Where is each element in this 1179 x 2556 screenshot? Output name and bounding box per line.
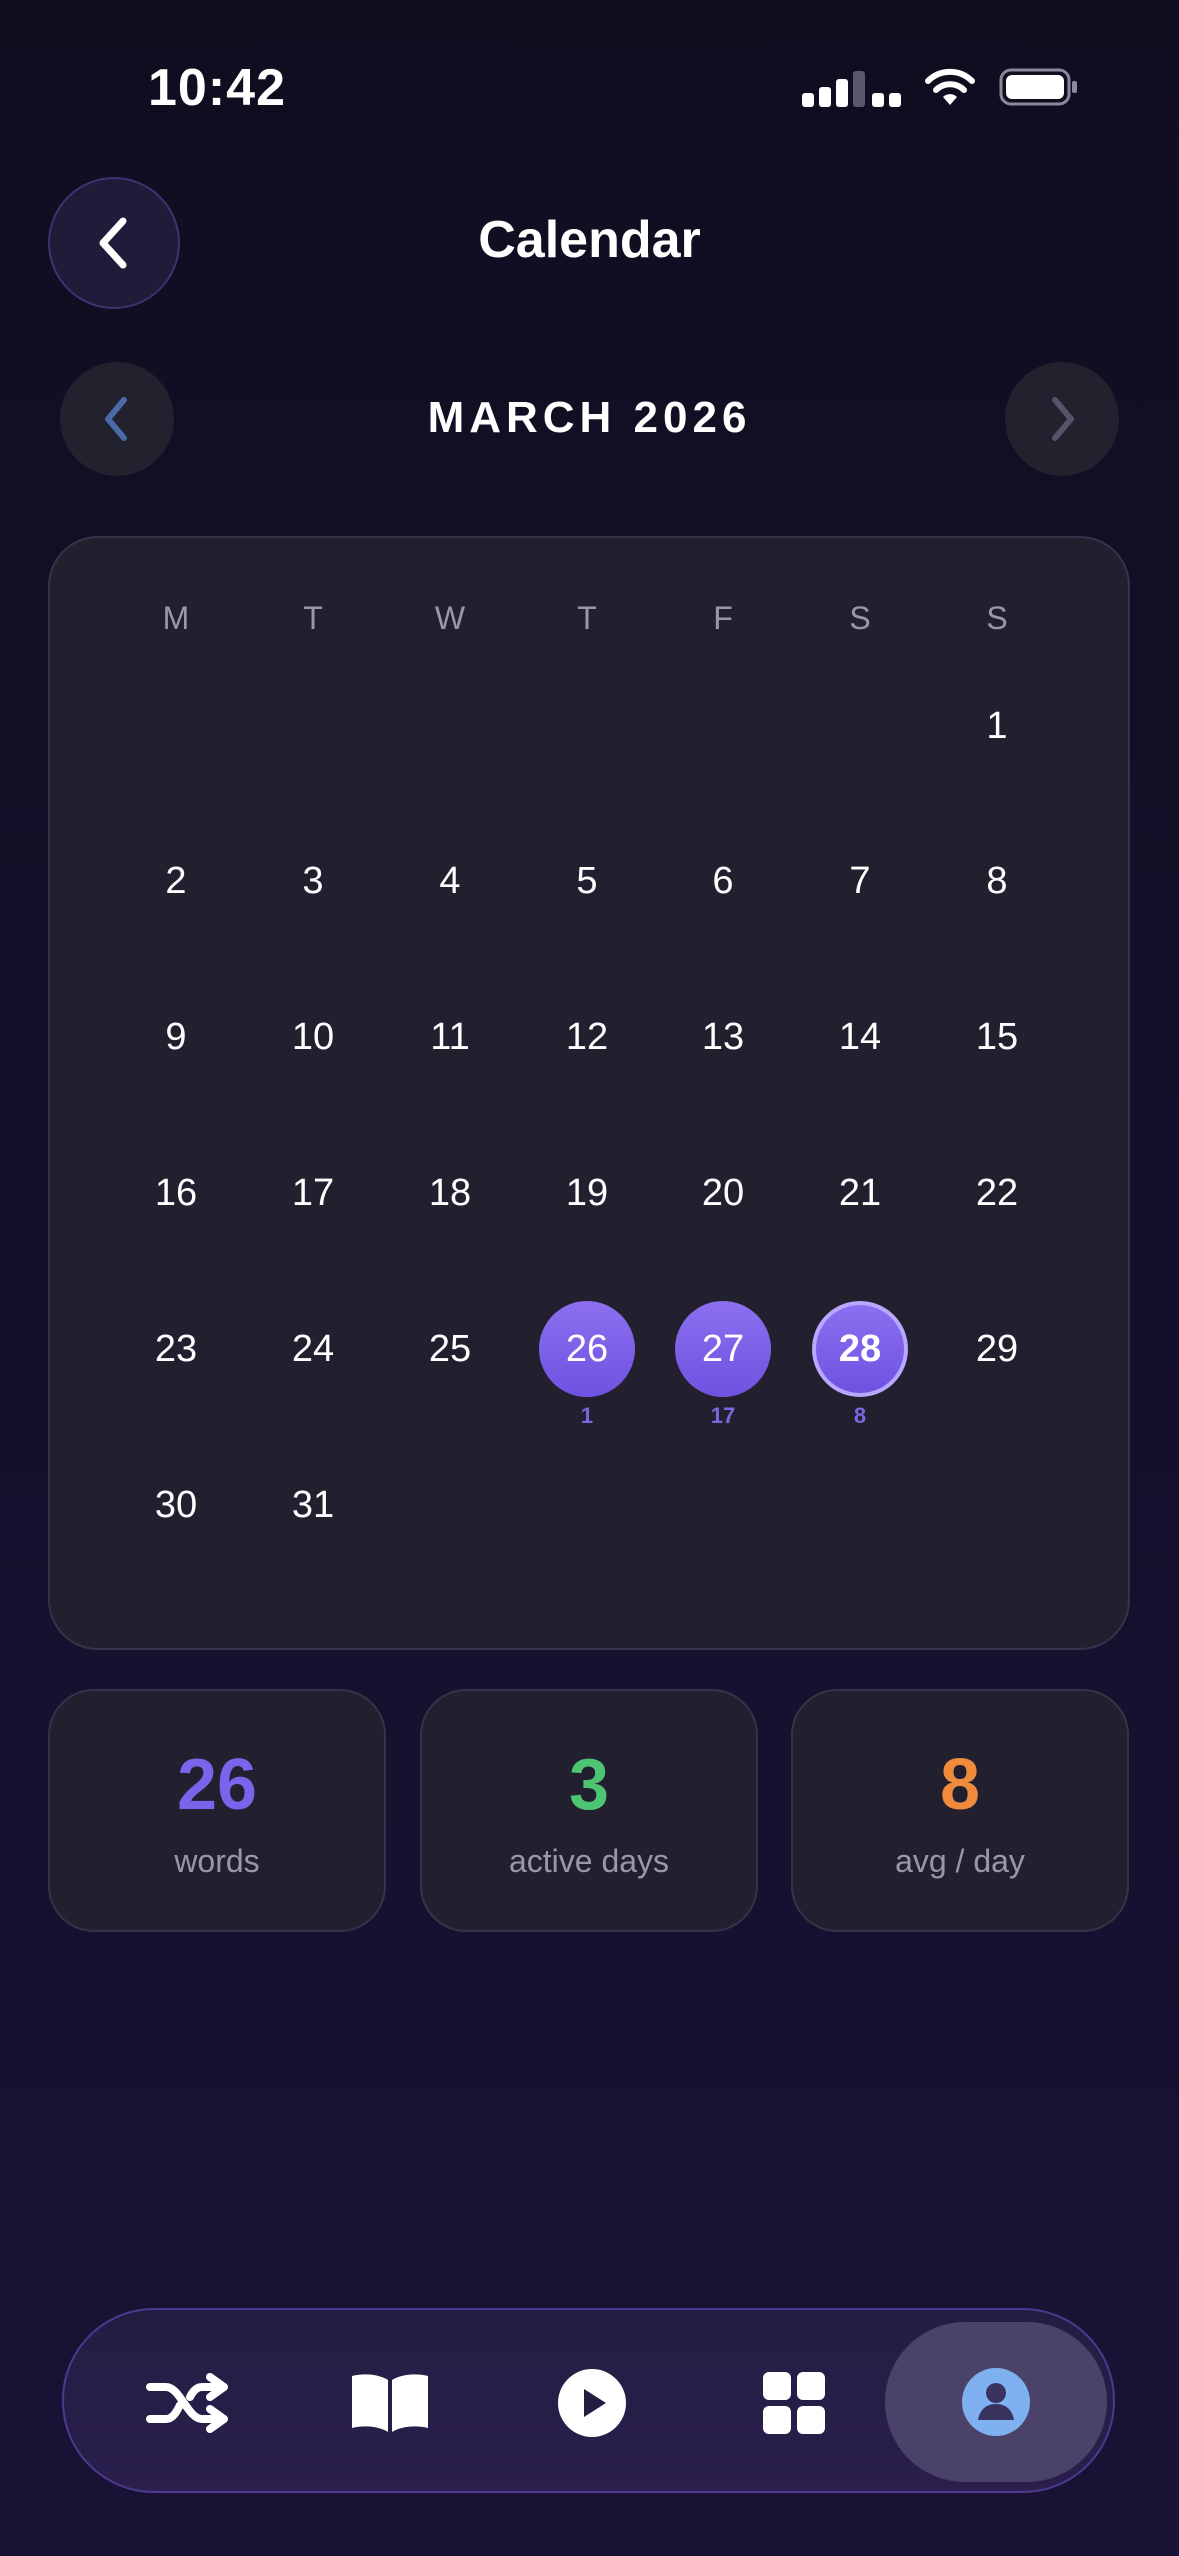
- calendar-day[interactable]: 2: [128, 833, 224, 929]
- nav-grid[interactable]: [729, 2310, 859, 2495]
- shuffle-icon: [146, 2372, 228, 2433]
- stat-card-avg-day: 8 avg / day: [791, 1689, 1129, 1932]
- grid-icon: [763, 2371, 825, 2434]
- calendar-grid: M T W T F S S 1 2 3 4 5 6 7 8 9 10 11 12 13 14 15 16 17 18 19 20 21…: [48, 536, 1130, 1650]
- page-title: Calendar: [478, 211, 701, 269]
- stat-value: 3: [568, 1745, 610, 1825]
- calendar-day[interactable]: 18: [402, 1145, 498, 1241]
- weekday-label: M: [162, 600, 190, 636]
- calendar-day[interactable]: 10: [265, 989, 361, 1085]
- calendar-day[interactable]: 14: [812, 989, 908, 1085]
- chevron-right-icon: [1052, 397, 1074, 441]
- calendar-day[interactable]: 7: [812, 833, 908, 929]
- stat-value: 8: [939, 1745, 981, 1825]
- calendar-day[interactable]: 25: [402, 1301, 498, 1397]
- calendar-day[interactable]: 5: [539, 833, 635, 929]
- weekday-label: S: [849, 600, 871, 636]
- profile-icon: [962, 2368, 1030, 2436]
- calendar-day[interactable]: 24: [265, 1301, 361, 1397]
- calendar-day[interactable]: 4: [402, 833, 498, 929]
- play-icon: [558, 2368, 626, 2437]
- stat-card-active-days: 3 active days: [420, 1689, 758, 1932]
- calendar-day[interactable]: 16: [128, 1145, 224, 1241]
- calendar-day[interactable]: 12: [539, 989, 635, 1085]
- day-word-count: 8: [853, 1403, 867, 1428]
- calendar-day[interactable]: 11: [402, 989, 498, 1085]
- calendar-day[interactable]: 30: [128, 1457, 224, 1553]
- status-time: 10:42: [148, 59, 286, 117]
- weekday-label: S: [986, 600, 1008, 636]
- nav-play[interactable]: [527, 2310, 657, 2495]
- calendar-day[interactable]: 22: [949, 1145, 1045, 1241]
- calendar-day[interactable]: 8: [949, 833, 1045, 929]
- calendar-day[interactable]: 9: [128, 989, 224, 1085]
- nav-shuffle[interactable]: [123, 2310, 253, 2495]
- calendar-day[interactable]: 17: [265, 1145, 361, 1241]
- weekday-label: F: [713, 600, 733, 636]
- nav-library[interactable]: [325, 2310, 455, 2495]
- calendar-day[interactable]: 13: [675, 989, 771, 1085]
- day-word-count: 1: [580, 1403, 594, 1428]
- calendar-day-today[interactable]: 28: [812, 1301, 908, 1397]
- stat-label: avg / day: [895, 1843, 1025, 1879]
- bottom-nav: [62, 2308, 1115, 2493]
- calendar-day[interactable]: 15: [949, 989, 1045, 1085]
- calendar-day[interactable]: 29: [949, 1301, 1045, 1397]
- stat-card-words: 26 words: [48, 1689, 386, 1932]
- calendar-day[interactable]: 23: [128, 1301, 224, 1397]
- calendar-day[interactable]: 26: [539, 1301, 635, 1397]
- calendar-day[interactable]: 21: [812, 1145, 908, 1241]
- stat-value: 26: [176, 1745, 258, 1825]
- calendar-day[interactable]: 6: [675, 833, 771, 929]
- wifi-icon: [925, 68, 975, 105]
- weekday-label: W: [434, 600, 466, 636]
- calendar-day[interactable]: 27: [675, 1301, 771, 1397]
- weekday-label: T: [577, 600, 597, 636]
- calendar-day[interactable]: 31: [265, 1457, 361, 1553]
- signal-icon: [802, 67, 901, 107]
- calendar-day[interactable]: 1: [949, 678, 1045, 774]
- day-word-count: 17: [710, 1403, 736, 1428]
- nav-profile[interactable]: [885, 2322, 1107, 2482]
- calendar-day[interactable]: 19: [539, 1145, 635, 1241]
- calendar-day[interactable]: 20: [675, 1145, 771, 1241]
- stat-label: active days: [508, 1843, 670, 1879]
- stat-label: words: [174, 1843, 260, 1879]
- status-icons: [802, 62, 1079, 112]
- weekday-label: T: [303, 600, 323, 636]
- book-icon: [352, 2373, 428, 2432]
- month-label: MARCH 2026: [427, 393, 752, 442]
- battery-icon: [999, 68, 1077, 106]
- calendar-day[interactable]: 3: [265, 833, 361, 929]
- next-month-button[interactable]: [1005, 362, 1119, 476]
